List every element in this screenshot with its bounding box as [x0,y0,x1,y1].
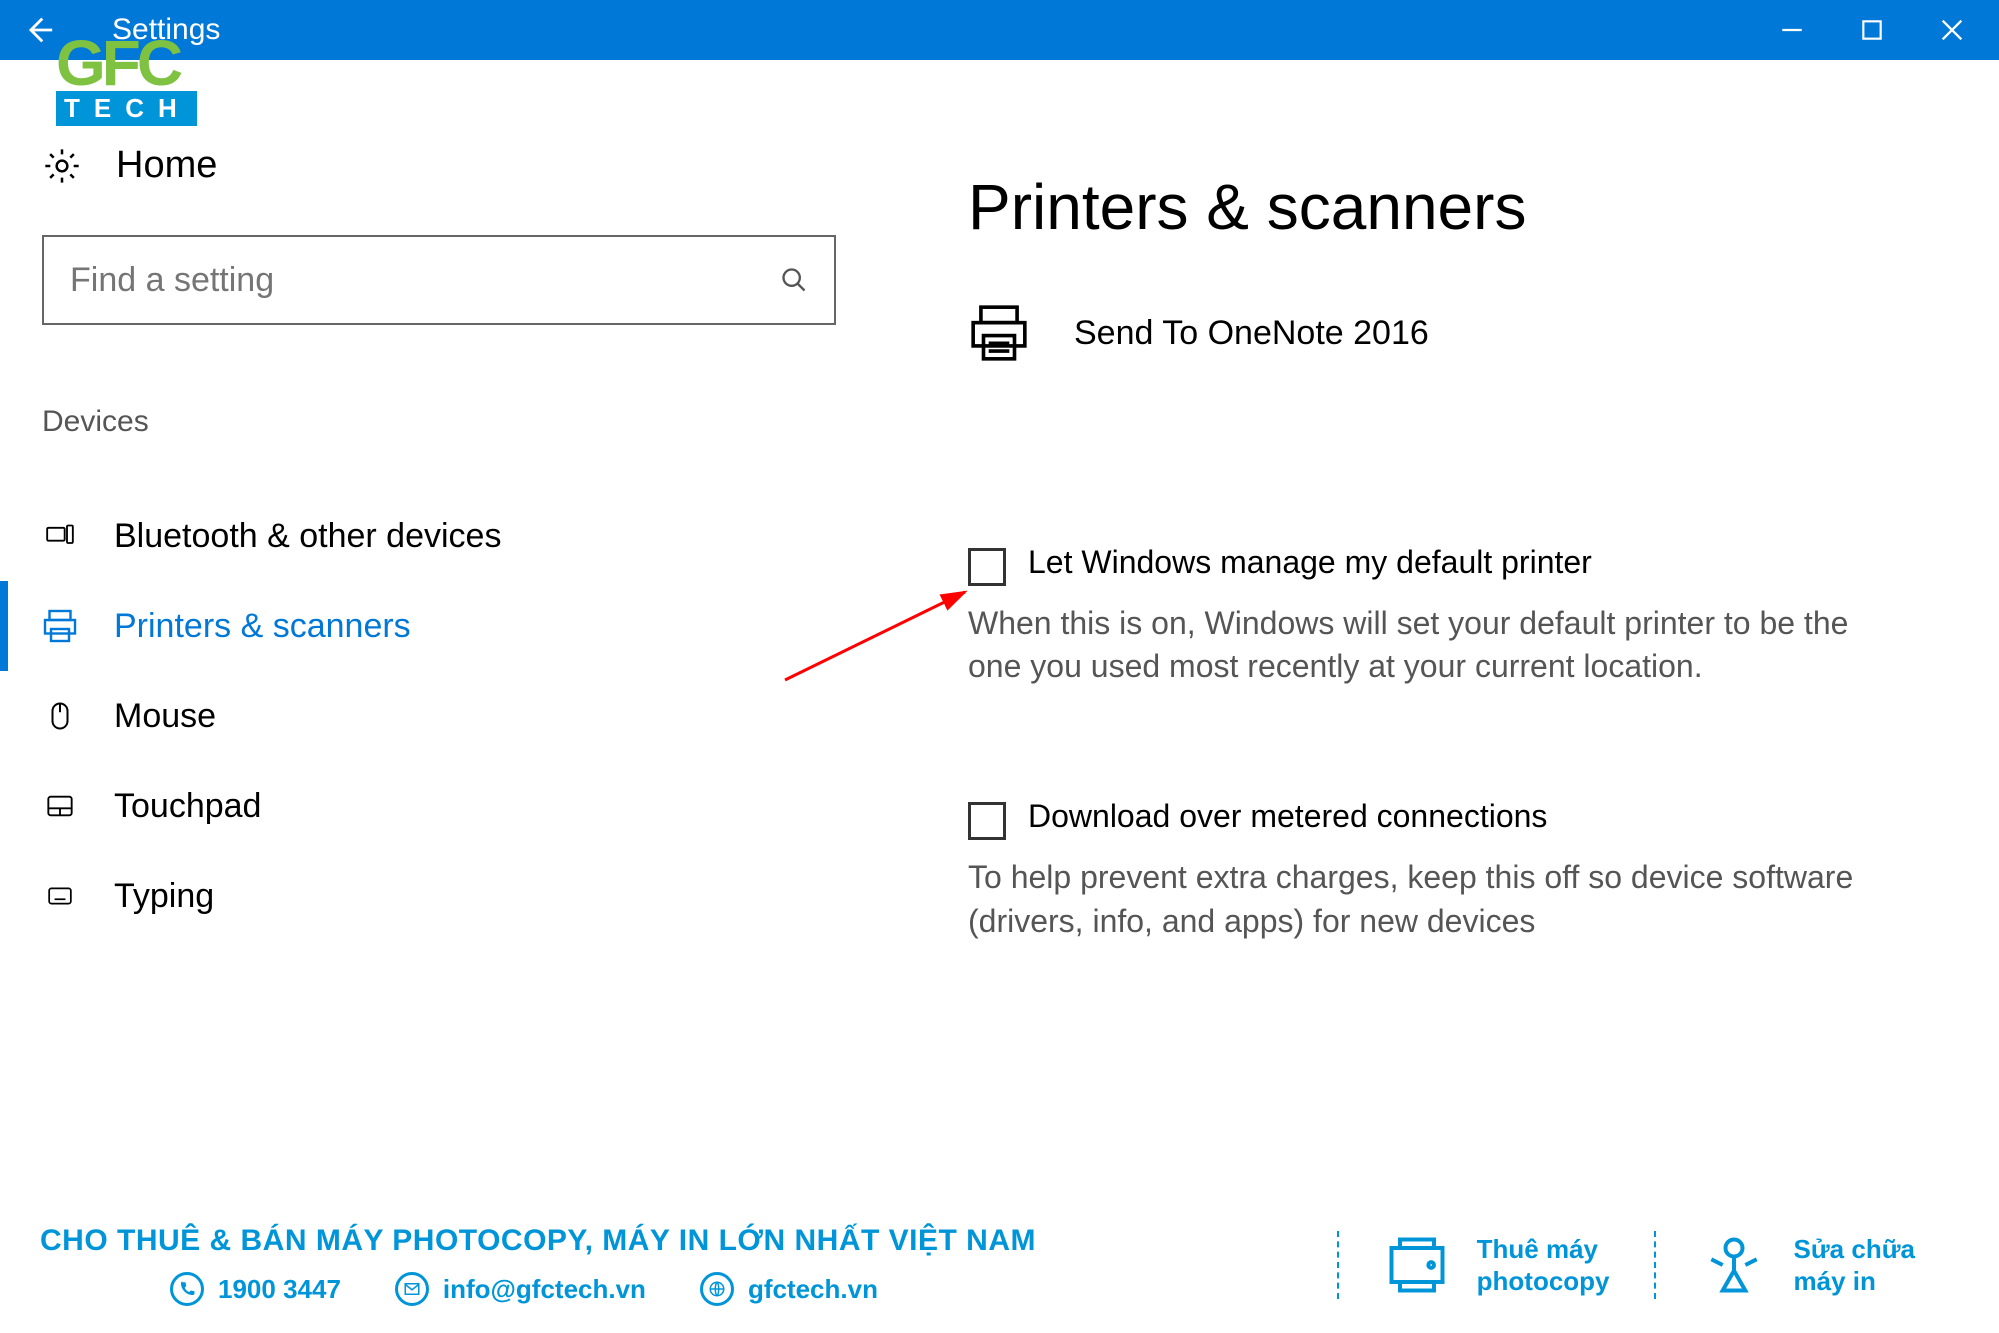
gear-icon [42,146,82,186]
metered-download-checkbox-row[interactable]: Download over metered connections [968,798,1979,840]
maximize-button[interactable] [1857,15,1887,45]
checkbox-description: To help prevent extra charges, keep this… [968,856,1888,942]
footer-email[interactable]: info@gfctech.vn [395,1272,646,1306]
logo-line1: GFC [56,38,197,89]
checkbox-label: Let Windows manage my default printer [1028,544,1592,581]
globe-icon [700,1272,734,1306]
window-title: Settings [112,13,1777,47]
sidebar-item-typing[interactable]: Typing [42,851,836,941]
default-printer-checkbox-row[interactable]: Let Windows manage my default printer [968,544,1979,586]
footer-tagline: CHO THUÊ & BÁN MÁY PHOTOCOPY, MÁY IN LỚN… [40,1224,1337,1258]
service-text-1: Thuê máy [1477,1233,1610,1266]
checkbox-label: Download over metered connections [1028,798,1547,835]
printer-icon [42,608,78,644]
footer-web[interactable]: gfctech.vn [700,1272,878,1306]
phone-icon [170,1272,204,1306]
sidebar-item-touchpad[interactable]: Touchpad [42,761,836,851]
metered-download-setting: Download over metered connections To hel… [968,798,1979,942]
main-panel: Printers & scanners Send To OneNote 2016… [878,60,1999,1053]
close-button[interactable] [1937,15,1967,45]
service-text-1: Sửa chữa [1794,1233,1915,1266]
devices-icon [42,518,78,554]
search-box[interactable] [42,235,836,325]
sidebar-item-label: Mouse [114,697,216,736]
search-input[interactable] [70,261,780,300]
sidebar-item-mouse[interactable]: Mouse [42,671,836,761]
sidebar-item-label: Typing [114,877,214,916]
footer-bar: CHO THUÊ & BÁN MÁY PHOTOCOPY, MÁY IN LỚN… [0,1197,1999,1333]
printer-device-icon [968,302,1030,364]
mail-icon [395,1272,429,1306]
checkbox-description: When this is on, Windows will set your d… [968,602,1888,688]
home-link[interactable]: Home [42,144,836,187]
sidebar-item-label: Touchpad [114,787,261,826]
service-repair[interactable]: Sửa chữa máy in [1654,1231,1959,1299]
sidebar-item-printers[interactable]: Printers & scanners [0,581,836,671]
window-controls [1777,15,1967,45]
keyboard-icon [42,878,78,914]
page-title: Printers & scanners [968,170,1979,244]
logo-line2: TECH [56,91,197,126]
copier-icon [1383,1231,1451,1299]
section-header: Devices [42,405,836,439]
sidebar: Home Devices Bluetooth & other devices [0,60,878,1053]
minimize-button[interactable] [1777,15,1807,45]
titlebar: Settings [0,0,1999,60]
search-icon [780,266,808,294]
default-printer-setting: Let Windows manage my default printer Wh… [968,544,1979,688]
footer-phone-text: 1900 3447 [218,1274,341,1305]
mouse-icon [42,698,78,734]
footer-email-text: info@gfctech.vn [443,1274,646,1305]
sidebar-item-label: Bluetooth & other devices [114,517,501,556]
touchpad-icon [42,788,78,824]
footer-web-text: gfctech.vn [748,1274,878,1305]
sidebar-item-label: Printers & scanners [114,607,411,646]
service-text-2: máy in [1794,1265,1915,1298]
repair-icon [1700,1231,1768,1299]
watermark-logo: GFC TECH [56,38,197,126]
sidebar-item-bluetooth[interactable]: Bluetooth & other devices [42,491,836,581]
service-text-2: photocopy [1477,1265,1610,1298]
footer-phone[interactable]: 1900 3447 [170,1272,341,1306]
home-label: Home [116,144,217,187]
checkbox[interactable] [968,548,1006,586]
service-photocopy[interactable]: Thuê máy photocopy [1337,1231,1654,1299]
checkbox[interactable] [968,802,1006,840]
printer-list-item[interactable]: Send To OneNote 2016 [968,302,1979,364]
printer-name: Send To OneNote 2016 [1074,314,1429,353]
